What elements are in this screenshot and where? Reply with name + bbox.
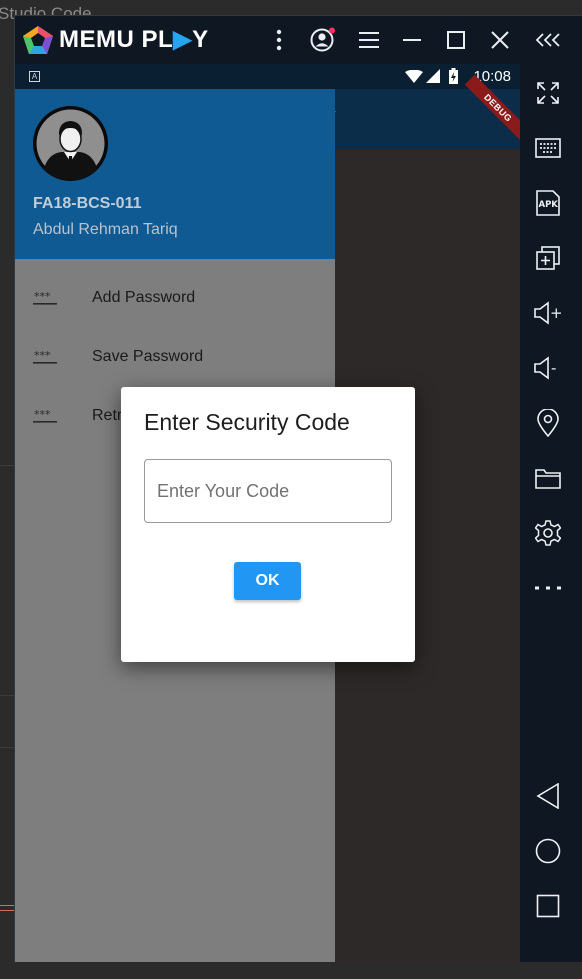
brand-text: MEMU PL [59,26,174,53]
volume-up-icon[interactable]: + [534,299,562,327]
volume-down-icon[interactable]: - [534,354,562,382]
battery-icon [449,68,458,84]
fullscreen-icon[interactable] [534,79,562,107]
memu-play-brand: MEMU PL▶Y [59,25,209,54]
drawer-header: FA18-BCS-011 Abdul Rehman Tariq [15,89,335,259]
home-icon[interactable] [534,837,562,865]
password-icon: *** [33,350,57,364]
keyboard-icon[interactable] [534,134,562,162]
user-id: FA18-BCS-011 [33,195,142,212]
maximize-icon[interactable] [442,26,470,54]
background-divider [0,747,14,748]
password-icon: *** [33,409,57,423]
android-status-bar: A 10:08 [15,64,520,89]
drawer-item-save-password[interactable]: *** Save Password [15,328,335,386]
svg-text:***: *** [34,409,51,421]
emulator-sidebar: APK + - [520,64,582,962]
more-icon[interactable] [534,574,562,602]
dialog-title: Enter Security Code [144,409,350,435]
emulator-titlebar[interactable]: MEMU PL▶Y [15,16,582,64]
collapse-icon[interactable] [535,26,563,54]
security-code-dialog: Enter Security Code OK [121,387,415,662]
apk-label: APK [539,200,559,210]
password-icon: *** [33,291,57,305]
back-icon[interactable] [534,782,562,810]
background-divider [0,695,14,696]
ok-button[interactable]: OK [234,562,301,600]
desktop: Studio Code MEMU PL▶Y A 10:08 DEBUG FA18… [0,0,582,979]
memu-logo-icon [23,26,53,54]
android-screen: A 10:08 ry DEBUG [15,64,520,962]
multi-instance-icon[interactable] [534,244,562,272]
svg-text:***: *** [34,350,51,362]
avatar [33,106,108,181]
background-accent-line [0,910,14,911]
user-avatar-icon [36,109,105,180]
location-icon[interactable] [534,409,562,437]
play-triangle-icon: ▶ [173,26,193,53]
drawer-item-add-password[interactable]: *** Add Password [15,269,335,327]
wifi-icon [405,70,423,83]
minimize-icon[interactable] [398,26,426,54]
brand-text-tail: Y [192,26,209,53]
drawer-item-label: Save Password [92,348,204,365]
folder-icon[interactable] [534,464,562,492]
user-name: Abdul Rehman Tariq [33,221,178,238]
volume-down-label: - [551,359,556,377]
settings-icon[interactable] [534,519,562,547]
notification-icon: A [29,71,40,82]
drawer-item-label: Retr [92,407,123,424]
hamburger-icon[interactable] [355,26,383,54]
svg-text:***: *** [34,291,51,303]
account-icon[interactable] [309,26,337,54]
drawer-item-label: Add Password [92,289,196,306]
emulator-window: MEMU PL▶Y A 10:08 DEBUG FA18-BCS-011 Abd… [14,15,582,962]
recents-icon[interactable] [534,892,562,920]
apk-icon[interactable]: APK [534,189,562,217]
security-code-input[interactable] [144,459,392,523]
signal-icon [426,69,440,83]
kebab-menu-icon[interactable] [265,26,293,54]
background-divider [0,465,14,466]
volume-up-label: + [550,304,562,322]
close-icon[interactable] [486,26,514,54]
background-accent-line [0,905,14,906]
